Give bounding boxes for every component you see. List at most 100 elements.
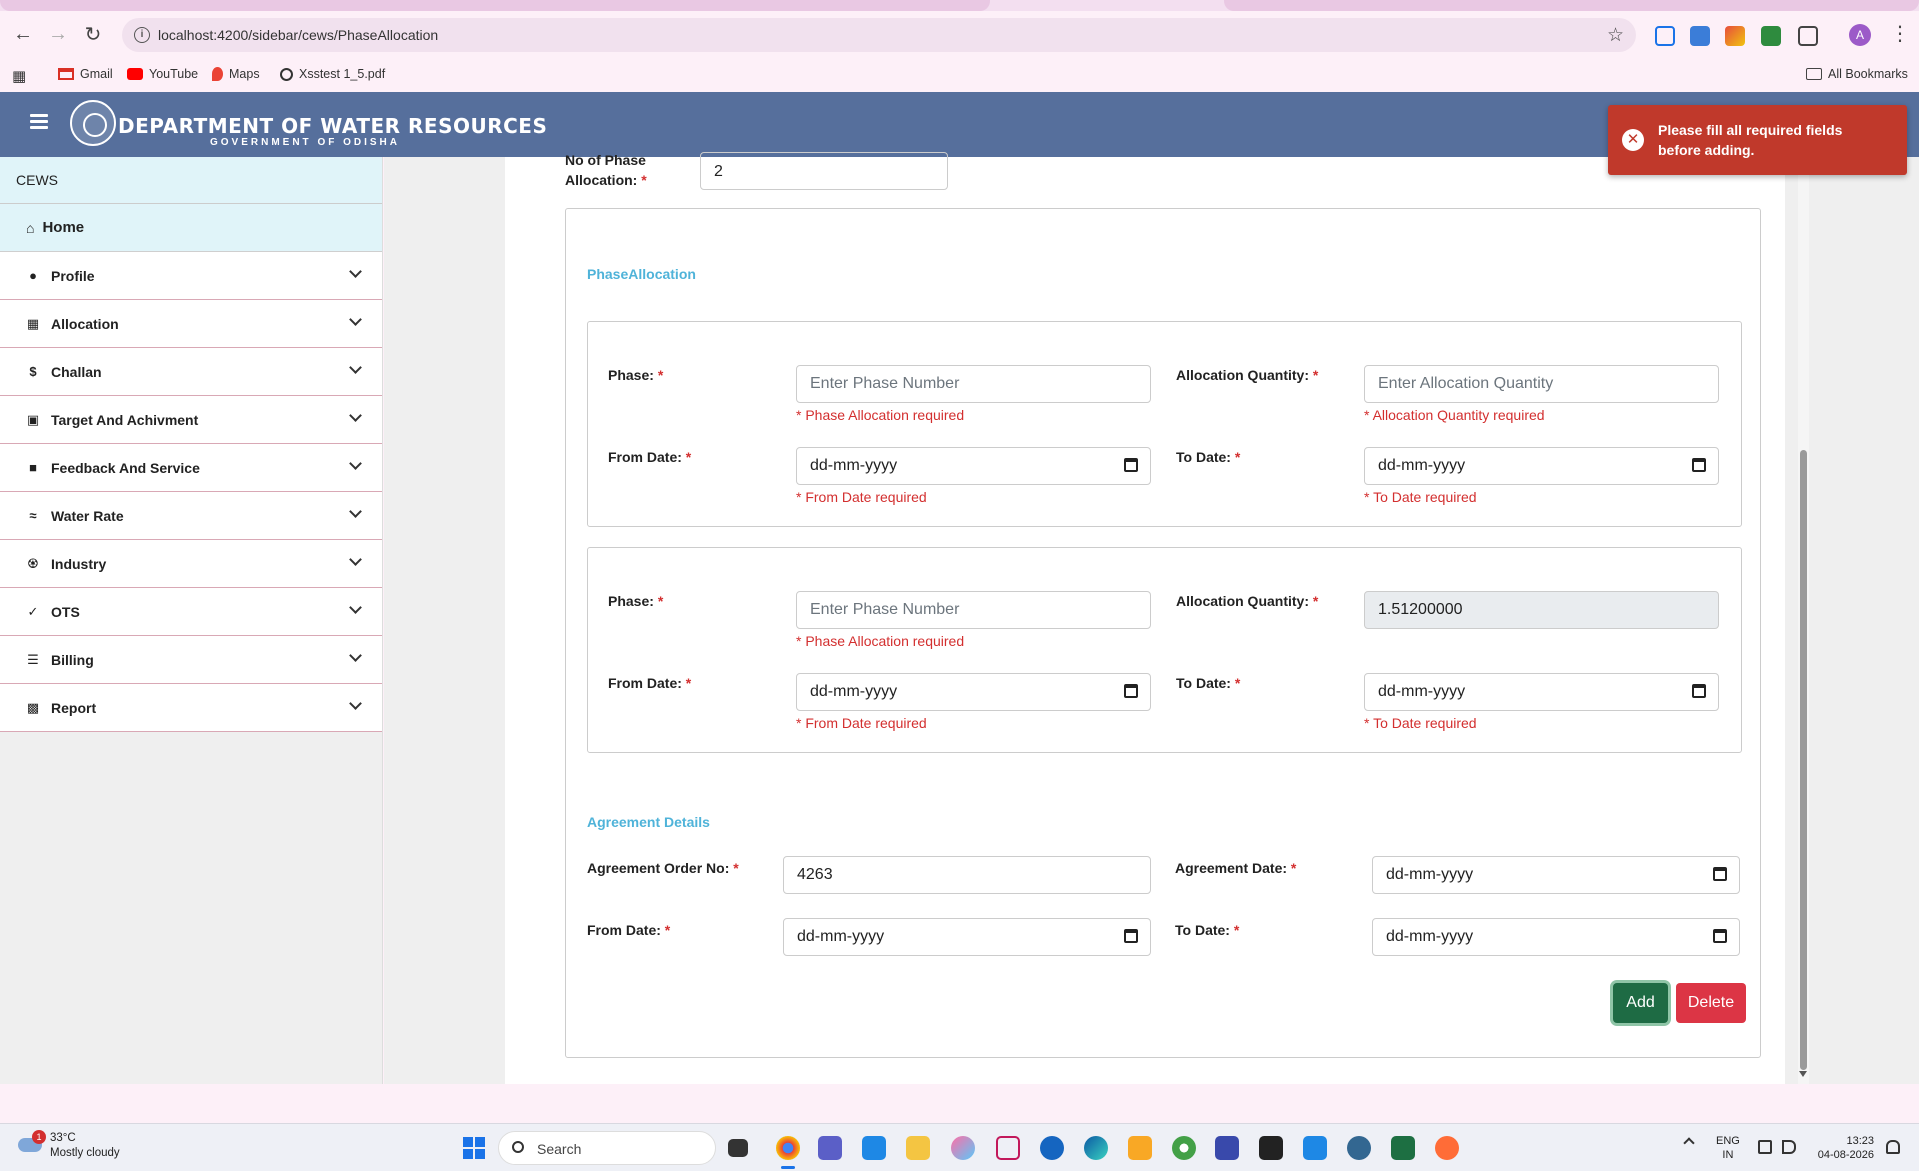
chevron-down-icon: [349, 505, 362, 518]
bookmark-xsstest[interactable]: Xsstest 1_5.pdf: [280, 67, 385, 81]
agreement-from-date-input[interactable]: dd-mm-yyyy: [783, 918, 1151, 956]
url-text[interactable]: localhost:4200/sidebar/cews/PhaseAllocat…: [158, 27, 438, 43]
chrome-icon[interactable]: [776, 1136, 800, 1160]
sidebar-item-profile[interactable]: ● Profile: [0, 252, 382, 300]
vscode-icon[interactable]: [862, 1136, 886, 1160]
sidebar-item-industry[interactable]: ♼ Industry: [0, 540, 382, 588]
language-indicator[interactable]: ENG IN: [1716, 1134, 1740, 1162]
agreement-to-date-input[interactable]: dd-mm-yyyy: [1372, 918, 1740, 956]
system-clock[interactable]: 13:23 04-08-2026: [1814, 1134, 1874, 1162]
sidebar-item-target-achivment[interactable]: ▣ Target And Achivment: [0, 396, 382, 444]
target-icon: ▣: [26, 411, 40, 427]
hamburger-menu-icon[interactable]: [30, 114, 48, 129]
network-tool-icon[interactable]: [1215, 1136, 1239, 1160]
sidebar-heading: CEWS: [0, 157, 382, 204]
notification-bell-icon[interactable]: [1886, 1140, 1900, 1154]
to-date-value: dd-mm-yyyy: [1378, 683, 1466, 700]
required-mark: *: [657, 593, 664, 609]
calendar-icon[interactable]: [1692, 458, 1706, 472]
cast-extension-icon[interactable]: [1655, 26, 1675, 46]
snipping-tool-icon[interactable]: [996, 1136, 1020, 1160]
dollar-circle-icon: $: [29, 363, 37, 379]
from-date-label: From Date: *: [608, 675, 691, 691]
back-icon[interactable]: ←: [12, 23, 34, 45]
copilot-icon[interactable]: [951, 1136, 975, 1160]
from-date-input[interactable]: dd-mm-yyyy: [796, 447, 1151, 485]
chevron-down-icon: [349, 649, 362, 662]
agreement-order-input[interactable]: 4263: [783, 856, 1151, 894]
sidebar-item-label: Billing: [51, 651, 94, 668]
scrollbar-thumb[interactable]: [1800, 450, 1807, 1070]
calendar-icon[interactable]: [1692, 684, 1706, 698]
phase-number-input[interactable]: Enter Phase Number: [796, 591, 1151, 629]
sidebar-item-allocation[interactable]: ▦ Allocation: [0, 300, 382, 348]
windows-taskbar: 1 33°C Mostly cloudy Search ENG IN 13:23…: [0, 1123, 1919, 1171]
browser-menu-icon[interactable]: ⋮: [1890, 21, 1910, 46]
android-extension-icon[interactable]: [1761, 26, 1781, 46]
page-scrollbar[interactable]: [1798, 157, 1809, 1084]
delete-button[interactable]: Delete: [1676, 983, 1746, 1023]
required-mark: *: [641, 172, 647, 188]
taskbar-search[interactable]: Search: [498, 1131, 716, 1165]
site-info-icon[interactable]: i: [134, 27, 150, 43]
calendar-icon[interactable]: [1124, 929, 1138, 943]
from-date-input[interactable]: dd-mm-yyyy: [796, 673, 1151, 711]
volume-muted-icon[interactable]: [1782, 1140, 1796, 1154]
add-button[interactable]: Add: [1613, 983, 1668, 1023]
sidebar-item-feedback-service[interactable]: ■ Feedback And Service: [0, 444, 382, 492]
windows-start-icon[interactable]: [463, 1137, 485, 1159]
forward-icon[interactable]: →: [47, 23, 69, 45]
file-explorer-icon[interactable]: [906, 1136, 930, 1160]
postman-icon[interactable]: [1435, 1136, 1459, 1160]
network-icon[interactable]: [1758, 1140, 1772, 1154]
sidebar-item-billing[interactable]: ☰ Billing: [0, 636, 382, 684]
browser-icon[interactable]: [1172, 1136, 1196, 1160]
paint-icon[interactable]: [1128, 1136, 1152, 1160]
remote-app-icon[interactable]: [1040, 1136, 1064, 1160]
sidebar-item-ots[interactable]: ✓ OTS: [0, 588, 382, 636]
teams-icon[interactable]: [818, 1136, 842, 1160]
task-view-icon[interactable]: [728, 1139, 748, 1157]
sidebar-item-home[interactable]: ⌂ Home: [0, 204, 382, 252]
calendar-icon[interactable]: [1713, 929, 1727, 943]
tray-expand-icon[interactable]: [1683, 1137, 1695, 1149]
bookmark-gmail[interactable]: Gmail: [58, 67, 113, 81]
sidebar-item-challan[interactable]: $ Challan: [0, 348, 382, 396]
required-mark: *: [657, 367, 664, 383]
allocation-quantity-input[interactable]: Enter Allocation Quantity: [1364, 365, 1719, 403]
all-bookmarks-label: All Bookmarks: [1828, 67, 1908, 81]
calendar-icon[interactable]: [1124, 458, 1138, 472]
phase-number-input[interactable]: Enter Phase Number: [796, 365, 1151, 403]
sidebar-item-water-rate[interactable]: ≈ Water Rate: [0, 492, 382, 540]
agreement-date-input[interactable]: dd-mm-yyyy: [1372, 856, 1740, 894]
reload-icon[interactable]: ↻: [82, 23, 104, 46]
error-toast[interactable]: ✕ Please fill all required fields before…: [1608, 105, 1907, 175]
profile-avatar[interactable]: A: [1849, 24, 1871, 46]
extensions-puzzle-icon[interactable]: [1798, 26, 1818, 46]
scroll-down-arrow-icon[interactable]: [1799, 1071, 1807, 1077]
browser-tab[interactable]: [0, 0, 990, 11]
phase-label-text: Phase:: [608, 367, 654, 383]
color-extension-icon[interactable]: [1725, 26, 1745, 46]
phase-count-input[interactable]: 2: [700, 152, 948, 190]
chevron-down-icon: [349, 553, 362, 566]
all-bookmarks[interactable]: All Bookmarks: [1806, 67, 1908, 81]
calendar-icon[interactable]: [1713, 867, 1727, 881]
excel-icon[interactable]: [1391, 1136, 1415, 1160]
notepad-icon[interactable]: [1303, 1136, 1327, 1160]
browser-tab-strip: [0, 0, 1919, 11]
bookmark-maps[interactable]: Maps: [212, 67, 260, 81]
postgres-icon[interactable]: [1347, 1136, 1371, 1160]
address-bar[interactable]: i localhost:4200/sidebar/cews/PhaseAlloc…: [122, 18, 1636, 52]
to-date-input[interactable]: dd-mm-yyyy: [1364, 447, 1719, 485]
edge-icon[interactable]: [1084, 1136, 1108, 1160]
browser-tab[interactable]: [1224, 0, 1919, 11]
sync-extension-icon[interactable]: [1690, 26, 1710, 46]
calendar-icon[interactable]: [1124, 684, 1138, 698]
bookmark-star-icon[interactable]: ☆: [1607, 24, 1624, 47]
sidebar-item-report[interactable]: ▩ Report: [0, 684, 382, 732]
terminal-icon[interactable]: [1259, 1136, 1283, 1160]
bookmark-youtube[interactable]: YouTube: [127, 67, 198, 81]
apps-grid-icon[interactable]: ▦: [12, 67, 26, 85]
to-date-input[interactable]: dd-mm-yyyy: [1364, 673, 1719, 711]
